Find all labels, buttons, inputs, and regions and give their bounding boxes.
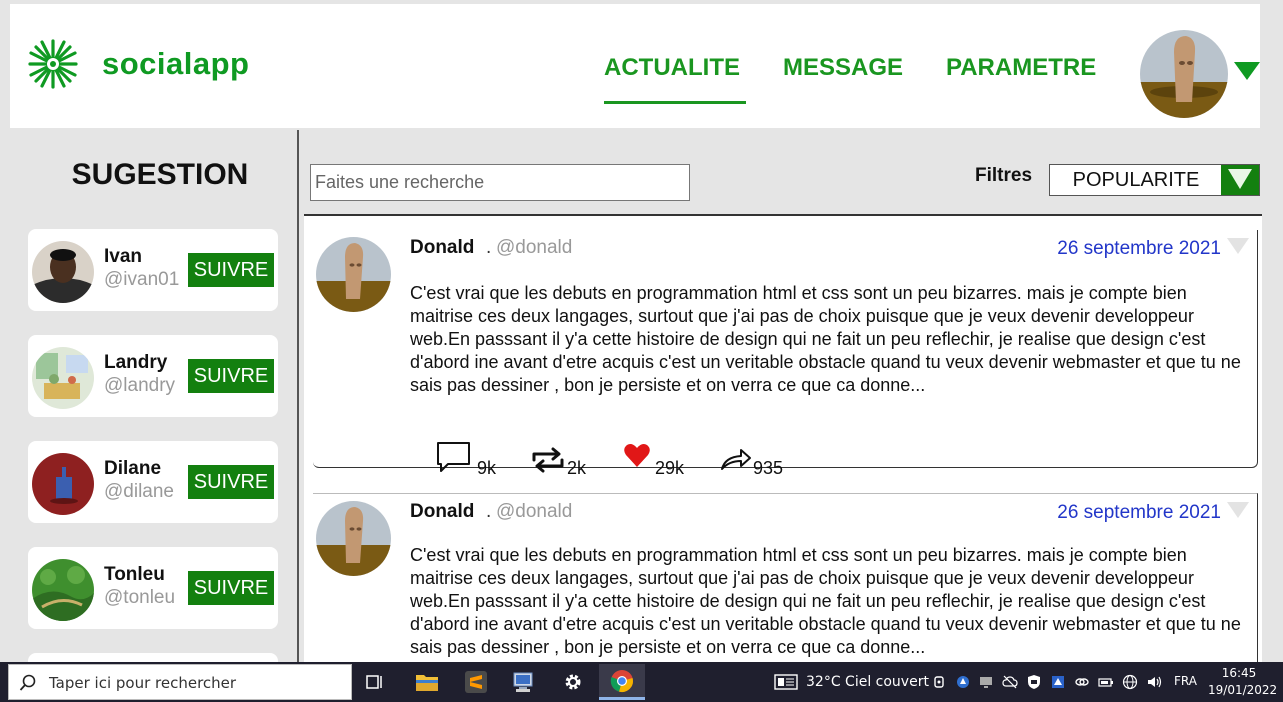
user-avatar[interactable] — [1140, 30, 1228, 118]
suggestion-card: Dilane @dilane SUIVRE — [28, 441, 278, 523]
nav-parametre[interactable]: PARAMETRE — [946, 54, 1096, 82]
filter-dropdown-button[interactable] — [1221, 165, 1259, 195]
taskbar-settings[interactable] — [550, 664, 596, 700]
suggestion-handle: @ivan01 — [104, 269, 180, 290]
suggestion-handle: @landry — [104, 375, 176, 396]
post-date: 26 septembre 2021 — [1057, 238, 1221, 259]
chrome-icon — [610, 669, 633, 692]
battery-icon[interactable] — [1098, 674, 1114, 690]
search-input[interactable] — [310, 164, 690, 201]
task-view-icon — [366, 675, 382, 689]
suggestion-handle: @dilane — [104, 481, 174, 502]
display-icon[interactable] — [978, 674, 994, 690]
antivirus-icon[interactable] — [1050, 674, 1066, 690]
post-options-caret-icon[interactable] — [1227, 502, 1249, 518]
weather-status[interactable]: 32°C Ciel couvert — [806, 674, 929, 690]
windows-taskbar: Taper ici pour rechercher 32°C Ciel couv… — [0, 662, 1283, 702]
taskbar-search[interactable]: Taper ici pour rechercher — [8, 664, 352, 700]
sidebar-divider — [297, 130, 299, 670]
app-name[interactable]: socialapp — [102, 46, 250, 82]
top-header: socialapp ACTUALITE MESSAGE PARAMETRE — [10, 4, 1260, 128]
suggestion-handle: @tonleu — [104, 587, 176, 608]
taskbar-sublime-text[interactable] — [453, 664, 499, 700]
post-author-name[interactable]: Donald — [410, 501, 474, 523]
sunburst-logo-icon — [28, 39, 78, 89]
news-widget-icon[interactable] — [774, 674, 798, 690]
volume-icon[interactable] — [1146, 674, 1162, 690]
nav-message[interactable]: MESSAGE — [783, 54, 903, 82]
suggestion-sidebar: SUGESTION Ivan @ivan01 SUIVRE Landry @la… — [10, 128, 297, 702]
follow-button[interactable]: SUIVRE — [188, 253, 274, 287]
post-author-handle[interactable]: @donald — [496, 501, 572, 523]
repost-icon — [532, 447, 564, 473]
repost-action[interactable]: 2k — [529, 440, 599, 480]
comment-action[interactable]: 9k — [435, 440, 505, 480]
filter-selected-value: POPULARITE — [1072, 168, 1200, 191]
task-view-button[interactable] — [352, 664, 398, 700]
vpn-icon[interactable] — [955, 674, 971, 690]
comment-count: 9k — [477, 458, 497, 478]
post-options-caret-icon[interactable] — [1227, 238, 1249, 254]
post-card: Donald . @donald 26 septembre 2021 C'est… — [313, 230, 1258, 478]
nav-active-indicator — [604, 101, 746, 104]
taskbar-file-explorer[interactable] — [404, 664, 450, 700]
filter-select[interactable]: POPULARITE — [1049, 164, 1260, 196]
avatar[interactable] — [32, 453, 94, 515]
cloud-off-icon[interactable] — [1002, 674, 1018, 690]
sidebar-title: SUGESTION — [71, 158, 249, 191]
post-date: 26 septembre 2021 — [1057, 502, 1221, 523]
post-author-avatar[interactable] — [316, 501, 391, 576]
follow-button[interactable]: SUIVRE — [188, 465, 274, 499]
taskbar-network-app[interactable] — [500, 664, 546, 700]
suggestion-name: Ivan — [104, 246, 143, 267]
suggestion-name: Landry — [104, 352, 168, 373]
post-author-name[interactable]: Donald — [410, 237, 474, 259]
taskbar-chrome[interactable] — [599, 664, 645, 700]
like-action[interactable]: 29k — [623, 440, 693, 480]
input-language[interactable]: FRA — [1174, 674, 1197, 688]
folder-icon — [416, 675, 438, 691]
globe-network-icon[interactable] — [1122, 674, 1138, 690]
follow-button[interactable]: SUIVRE — [188, 571, 274, 605]
clock-time: 16:45 — [1221, 666, 1257, 680]
account-menu-caret-icon[interactable] — [1234, 62, 1260, 80]
search-icon — [19, 674, 36, 691]
suggestion-card: Ivan @ivan01 SUIVRE — [28, 229, 278, 311]
heart-icon — [624, 444, 650, 467]
like-count: 29k — [655, 458, 685, 478]
share-arrow-icon — [721, 449, 751, 470]
post-author-handle[interactable]: @donald — [496, 237, 572, 259]
avatar[interactable] — [32, 241, 94, 303]
comment-icon — [437, 442, 470, 472]
gear-icon — [565, 674, 581, 690]
link-icon[interactable] — [1074, 674, 1090, 690]
avatar[interactable] — [32, 347, 94, 409]
nav-actualite[interactable]: ACTUALITE — [604, 54, 740, 82]
post-separator: . — [486, 237, 492, 258]
security-shield-icon[interactable] — [1026, 674, 1042, 690]
share-action[interactable]: 935 — [719, 440, 799, 480]
repost-count: 2k — [567, 458, 587, 478]
post-author-avatar[interactable] — [316, 237, 391, 312]
share-count: 935 — [753, 458, 784, 478]
meet-now-icon[interactable] — [932, 674, 948, 690]
avatar[interactable] — [32, 559, 94, 621]
system-clock[interactable]: 16:45 19/01/2022 — [1208, 665, 1278, 699]
suggestion-card: Landry @landry SUIVRE — [28, 335, 278, 417]
chevron-down-icon — [1228, 169, 1252, 189]
post-body: C'est vrai que les debuts en programmati… — [410, 545, 1241, 657]
suggestion-name: Tonleu — [104, 564, 165, 585]
news-feed: Donald . @donald 26 septembre 2021 C'est… — [304, 214, 1262, 693]
post-body: C'est vrai que les debuts en programmati… — [410, 283, 1241, 395]
sublime-text-icon — [465, 671, 487, 693]
suggestion-name: Dilane — [104, 458, 162, 479]
post-separator: . — [486, 501, 492, 522]
follow-button[interactable]: SUIVRE — [188, 359, 274, 393]
taskbar-search-placeholder: Taper ici pour rechercher — [49, 674, 237, 692]
computer-icon — [513, 672, 533, 692]
clock-date: 19/01/2022 — [1208, 683, 1278, 697]
suggestion-card: Tonleu @tonleu SUIVRE — [28, 547, 278, 629]
filters-label: Filtres — [975, 165, 1033, 186]
browser-viewport: socialapp ACTUALITE MESSAGE PARAMETRE SU… — [0, 0, 1283, 702]
